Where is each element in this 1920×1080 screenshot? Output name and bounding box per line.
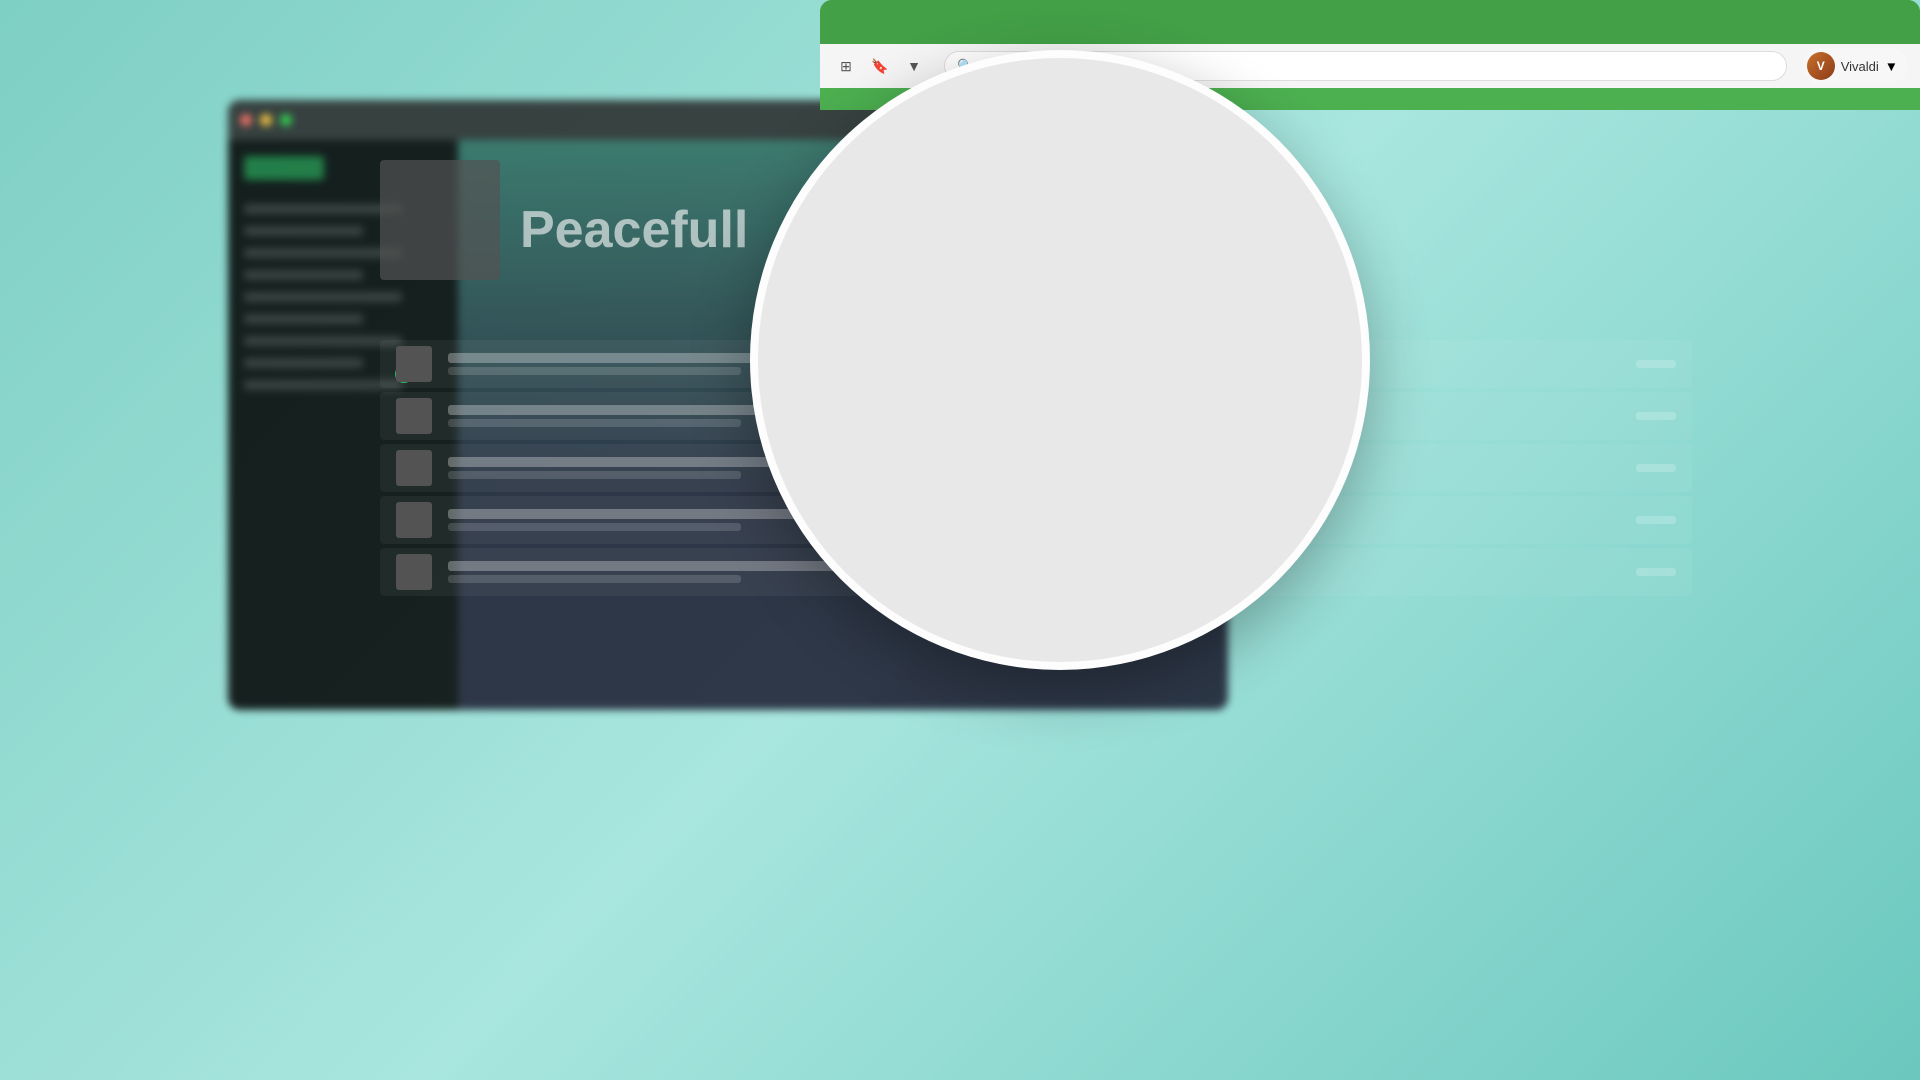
browser-tab-bar	[820, 0, 1920, 44]
spotify-logo-blur	[244, 156, 324, 180]
album-art-blur	[380, 160, 500, 280]
bookmark-icon[interactable]: 🔖	[866, 52, 894, 80]
sidebar-blur-item	[244, 314, 363, 324]
sidebar-blur-item	[244, 358, 363, 368]
vivaldi-name: Vivaldi	[1841, 59, 1879, 74]
sidebar-blur-item	[244, 204, 402, 214]
vivaldi-profile-button[interactable]: V Vivaldi ▼	[1803, 48, 1908, 84]
sidebar-blur-item	[244, 292, 402, 302]
window-close-dot	[240, 114, 252, 126]
sidebar-blur-item	[244, 336, 402, 346]
toolbar-icons: ⊞ 🔖 ▼	[832, 52, 928, 80]
vivaldi-dropdown-icon: ▼	[1885, 59, 1898, 74]
bookmark-dropdown-icon[interactable]: ▼	[900, 52, 928, 80]
sidebar-blur-item	[244, 270, 363, 280]
window-minimize-dot	[260, 114, 272, 126]
vivaldi-avatar: V	[1807, 52, 1835, 80]
window-maximize-dot	[280, 114, 292, 126]
playlist-title-blur: Peacefull	[520, 200, 748, 260]
sidebar-blur-item	[244, 248, 402, 258]
sidebar-blur-item	[244, 380, 402, 390]
sidebar-blur-item	[244, 226, 363, 236]
qr-scan-icon[interactable]: ⊞	[832, 52, 860, 80]
magnifier-circle: Scan QR Code	[750, 50, 1370, 670]
